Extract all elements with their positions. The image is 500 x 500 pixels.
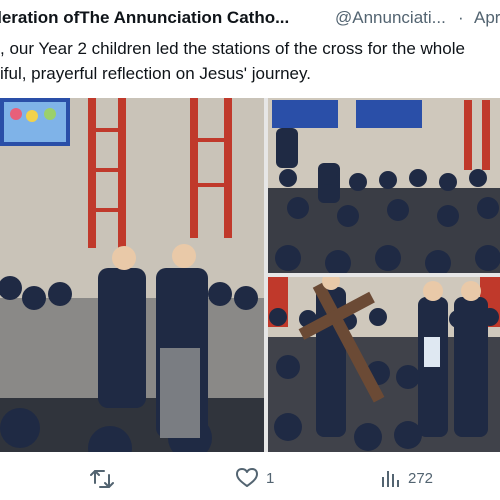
photo-children-leading-stations[interactable] xyxy=(0,98,264,452)
retweet-button[interactable] xyxy=(90,468,114,490)
views-count: 272 xyxy=(408,469,434,487)
author-name[interactable]: ederation ofThe Annunciation Catho... xyxy=(0,8,289,28)
photo-children-seated[interactable] xyxy=(268,98,500,273)
tweet-text: , our Year 2 children led the stations o… xyxy=(0,36,500,86)
tweet-text-line: , our Year 2 children led the stations o… xyxy=(0,39,465,58)
bar-chart-icon xyxy=(380,468,400,488)
tweet-date[interactable]: Apr xyxy=(474,8,500,28)
author-handle[interactable]: @Annunciati... xyxy=(335,8,446,28)
like-button[interactable]: 1 xyxy=(236,468,274,488)
like-count: 1 xyxy=(266,469,275,487)
tweet-text-line: iful, prayerful reflection on Jesus' jou… xyxy=(0,64,311,83)
heart-icon xyxy=(236,468,258,488)
tweet-header: ederation ofThe Annunciation Catho... @A… xyxy=(0,8,500,34)
retweet-icon xyxy=(90,468,114,490)
tweet-actions: 1 272 xyxy=(0,462,500,498)
views-button[interactable]: 272 xyxy=(380,468,433,488)
separator-dot: · xyxy=(458,8,464,27)
photo-children-with-cross[interactable] xyxy=(268,277,500,452)
tweet-media-grid xyxy=(0,98,500,452)
